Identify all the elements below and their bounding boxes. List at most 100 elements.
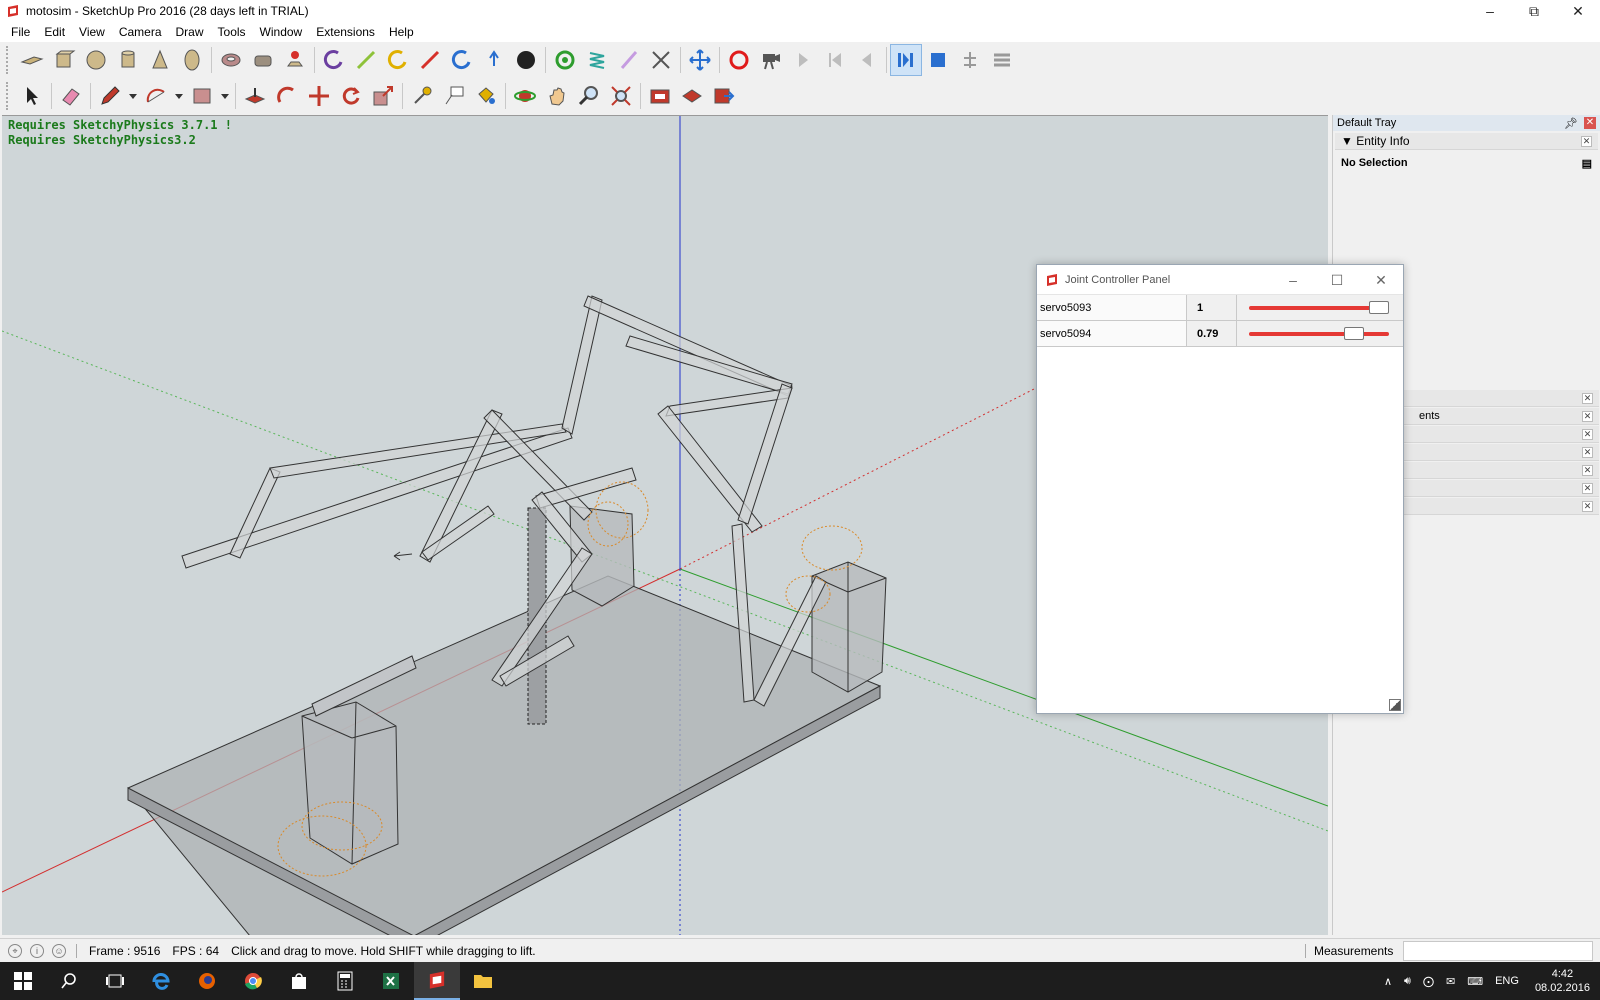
select-tool-button[interactable] xyxy=(16,80,48,112)
panel-close-button[interactable]: ✕ xyxy=(1582,500,1593,512)
zoom-tool-button[interactable] xyxy=(573,80,605,112)
search-button[interactable] xyxy=(46,962,92,1000)
toolbar-grip[interactable] xyxy=(6,46,12,74)
capsule-tool-button[interactable] xyxy=(176,44,208,76)
menu-extensions[interactable]: Extensions xyxy=(309,25,382,39)
pin-icon[interactable]: 📌︎ xyxy=(1564,117,1578,130)
menu-window[interactable]: Window xyxy=(253,25,310,39)
arc-tool-dropdown[interactable] xyxy=(172,80,186,112)
motor-tool-button[interactable] xyxy=(446,44,478,76)
share-model-button[interactable] xyxy=(708,80,740,112)
dialog-title-bar[interactable]: Joint Controller Panel – ☐ ✕ xyxy=(1037,265,1403,295)
settings-menu-button[interactable] xyxy=(986,44,1018,76)
slider-track[interactable] xyxy=(1249,306,1389,310)
panel-close-button[interactable]: ✕ xyxy=(1582,464,1593,476)
cylinder-tool-button[interactable] xyxy=(112,44,144,76)
joint-slider[interactable] xyxy=(1237,321,1403,346)
ball-joint-button[interactable] xyxy=(510,44,542,76)
ui-move-button[interactable] xyxy=(684,44,716,76)
lift-button[interactable] xyxy=(954,44,986,76)
menu-view[interactable]: View xyxy=(72,25,112,39)
task-view-button[interactable] xyxy=(92,962,138,1000)
hinge-tool-button[interactable] xyxy=(318,44,350,76)
spring-tool-button[interactable] xyxy=(581,44,613,76)
dialog-minimize-button[interactable]: – xyxy=(1271,265,1315,295)
corkscrew-joint-button[interactable] xyxy=(645,44,677,76)
input-language[interactable]: ENG xyxy=(1495,975,1519,987)
rotate-tool-button[interactable] xyxy=(335,80,367,112)
panel-close-button[interactable]: ✕ xyxy=(1582,428,1593,440)
fixed-joint-button[interactable] xyxy=(613,44,645,76)
menu-edit[interactable]: Edit xyxy=(37,25,72,39)
geo-location-icon[interactable]: ⌖ xyxy=(8,943,22,958)
play-pause-button[interactable] xyxy=(890,44,922,76)
slider-thumb[interactable] xyxy=(1369,301,1389,314)
dialog-close-button[interactable]: ✕ xyxy=(1359,265,1403,295)
tray-close-button[interactable]: ✕ xyxy=(1584,117,1596,129)
warehouse-button[interactable] xyxy=(644,80,676,112)
step-back-button[interactable] xyxy=(851,44,883,76)
text-tool-button[interactable] xyxy=(438,80,470,112)
line-tool-dropdown[interactable] xyxy=(126,80,140,112)
sphere-tool-button[interactable] xyxy=(80,44,112,76)
measurements-input[interactable] xyxy=(1403,941,1594,961)
resize-grip[interactable] xyxy=(1389,699,1401,711)
eraser-tool-button[interactable] xyxy=(55,80,87,112)
paint-bucket-tool-button[interactable] xyxy=(470,80,502,112)
menu-tools[interactable]: Tools xyxy=(211,25,253,39)
menu-file[interactable]: File xyxy=(4,25,37,39)
credits-icon[interactable]: i xyxy=(30,943,44,958)
joint-slider[interactable] xyxy=(1237,295,1403,320)
close-button[interactable]: ✕ xyxy=(1556,0,1600,22)
entity-info-toggle-icon[interactable]: ▤ xyxy=(1582,157,1592,170)
notifications-icon[interactable]: ✉ xyxy=(1446,975,1455,988)
edge-browser-button[interactable] xyxy=(138,962,184,1000)
panel-close-button[interactable]: ✕ xyxy=(1582,410,1593,422)
chamfer-box-tool-button[interactable] xyxy=(247,44,279,76)
user-account-icon[interactable]: ☺ xyxy=(52,943,66,958)
network-icon[interactable]: ⨀ xyxy=(1423,975,1434,988)
panel-close-button[interactable]: ✕ xyxy=(1582,392,1593,404)
move-tool-button[interactable] xyxy=(303,80,335,112)
rewind-start-button[interactable] xyxy=(819,44,851,76)
slider-thumb[interactable] xyxy=(1343,327,1364,340)
panel-close-button[interactable]: ✕ xyxy=(1582,482,1593,494)
excel-button[interactable] xyxy=(368,962,414,1000)
shape-tool-dropdown[interactable] xyxy=(218,80,232,112)
camera-follow-button[interactable] xyxy=(755,44,787,76)
front-post[interactable] xyxy=(301,701,399,865)
cone-tool-button[interactable] xyxy=(144,44,176,76)
dialog-maximize-button[interactable]: ☐ xyxy=(1315,265,1359,295)
slider-track[interactable] xyxy=(1249,332,1389,336)
servo-tool-button[interactable] xyxy=(382,44,414,76)
joint-controller-dialog[interactable]: Joint Controller Panel – ☐ ✕ servo5093 1… xyxy=(1036,264,1404,714)
line-tool-button[interactable] xyxy=(94,80,126,112)
slider-joint-button[interactable] xyxy=(350,44,382,76)
extension-warehouse-button[interactable] xyxy=(676,80,708,112)
universal-joint-button[interactable] xyxy=(549,44,581,76)
menu-help[interactable]: Help xyxy=(382,25,421,39)
zoom-extents-button[interactable] xyxy=(605,80,637,112)
pin-tool-button[interactable] xyxy=(279,44,311,76)
stop-button[interactable] xyxy=(922,44,954,76)
calculator-button[interactable] xyxy=(322,962,368,1000)
tape-measure-tool-button[interactable] xyxy=(406,80,438,112)
push-pull-tool-button[interactable] xyxy=(239,80,271,112)
entity-info-header[interactable]: ▼ Entity Info ✕ xyxy=(1335,133,1598,150)
chevron-up-icon[interactable]: ∧ xyxy=(1384,975,1392,988)
play-forward-button[interactable] xyxy=(787,44,819,76)
minimize-button[interactable]: – xyxy=(1468,0,1512,22)
floor-tool-button[interactable] xyxy=(16,44,48,76)
keyboard-icon[interactable]: ⌨ xyxy=(1467,975,1483,988)
firefox-button[interactable] xyxy=(184,962,230,1000)
sketchup-taskbar-button[interactable] xyxy=(414,962,460,1000)
torus-tool-button[interactable] xyxy=(215,44,247,76)
orbit-tool-button[interactable] xyxy=(509,80,541,112)
panel-close-button[interactable]: ✕ xyxy=(1582,446,1593,458)
start-button[interactable] xyxy=(0,962,46,1000)
volume-icon[interactable]: 🔊︎ xyxy=(1404,975,1411,988)
scale-tool-button[interactable] xyxy=(367,80,399,112)
file-explorer-button[interactable] xyxy=(460,962,506,1000)
toolbar-grip[interactable] xyxy=(6,82,12,110)
rectangle-tool-button[interactable] xyxy=(186,80,218,112)
